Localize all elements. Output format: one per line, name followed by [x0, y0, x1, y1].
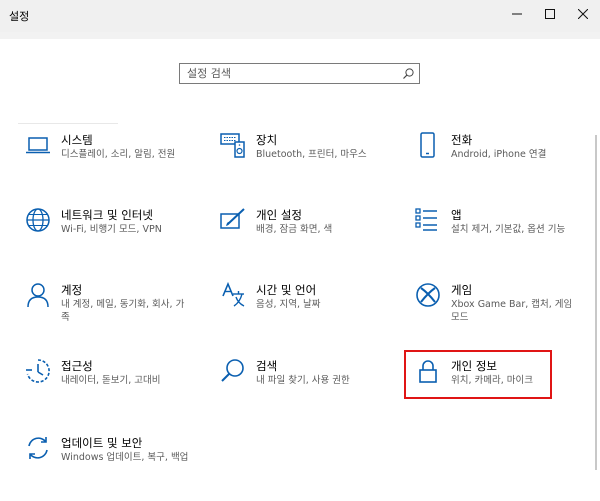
close-button[interactable]: [566, 0, 600, 28]
tile-title: 앱: [451, 208, 462, 222]
tile-description: Wi-Fi, 비행기 모드, VPN: [61, 224, 162, 235]
globe-icon: [26, 208, 50, 232]
scrollbar[interactable]: [595, 135, 597, 470]
devices-icon: [220, 133, 245, 158]
tile-system[interactable]: 시스템 디스플레이, 소리, 알림, 전원: [25, 132, 200, 190]
tile-description: Bluetooth, 프린터, 마우스: [256, 149, 367, 160]
minimize-icon: [512, 13, 522, 15]
tile-title: 게임: [451, 283, 473, 297]
tile-description: 배경, 잠금 화면, 색: [256, 224, 333, 235]
tile-description: 내레이터, 돋보기, 고대비: [61, 375, 161, 386]
tile-devices[interactable]: 장치 Bluetooth, 프린터, 마우스: [220, 132, 395, 190]
personalization-icon: [220, 208, 245, 229]
tile-description: Android, iPhone 연결: [451, 149, 547, 160]
tile-update-security[interactable]: 업데이트 및 보안 Windows 업데이트, 복구, 백업: [25, 435, 200, 493]
time-language-icon: [222, 282, 245, 307]
tile-title: 시스템: [61, 133, 93, 147]
title-bar: 설정: [0, 0, 600, 32]
tile-time-language[interactable]: 시간 및 언어 음성, 지역, 날짜: [220, 282, 395, 340]
apps-list-icon: [415, 208, 437, 231]
tile-description: Windows 업데이트, 복구, 백업: [61, 452, 189, 463]
tile-title: 계정: [61, 283, 83, 297]
sync-icon: [28, 437, 48, 459]
tile-apps[interactable]: 앱 설치 제거, 기본값, 옵션 기능: [415, 207, 590, 265]
divider: [18, 123, 118, 124]
tile-title: 장치: [256, 133, 278, 147]
tile-personalization[interactable]: 개인 설정 배경, 잠금 화면, 색: [220, 207, 395, 265]
tile-privacy[interactable]: 개인 정보 위치, 카메라, 마이크: [415, 358, 590, 416]
maximize-button[interactable]: [533, 0, 567, 28]
tile-title: 네트워크 및 인터넷: [61, 208, 153, 222]
tile-title: 검색: [256, 359, 278, 373]
tile-gaming[interactable]: 게임 Xbox Game Bar, 캡처, 게임 모드: [415, 282, 590, 340]
tile-title: 업데이트 및 보안: [61, 436, 143, 450]
tile-title: 접근성: [61, 359, 93, 373]
tile-description: 설치 제거, 기본값, 옵션 기능: [451, 224, 566, 235]
xbox-icon: [416, 283, 440, 307]
tile-title: 시간 및 언어: [256, 283, 317, 297]
phone-icon: [420, 132, 435, 158]
tile-network[interactable]: 네트워크 및 인터넷 Wi-Fi, 비행기 모드, VPN: [25, 207, 200, 265]
tile-search[interactable]: 검색 내 파일 찾기, 사용 권한: [220, 358, 395, 416]
tile-description: 위치, 카메라, 마이크: [451, 375, 533, 386]
tile-description: 디스플레이, 소리, 알림, 전원: [61, 149, 176, 160]
tile-description: 내 파일 찾기, 사용 권한: [256, 375, 350, 386]
tile-title: 개인 정보: [451, 359, 497, 373]
tile-accounts[interactable]: 계정 내 계정, 메일, 동기화, 회사, 가족: [25, 282, 200, 340]
tile-description: 내 계정, 메일, 동기화, 회사, 가족: [61, 299, 185, 323]
search-icon[interactable]: [403, 68, 414, 79]
tile-title: 개인 설정: [256, 208, 302, 222]
close-icon: [578, 9, 588, 19]
ease-of-access-icon: [26, 359, 50, 383]
tile-ease-of-access[interactable]: 접근성 내레이터, 돋보기, 고대비: [25, 358, 200, 416]
tile-title: 전화: [451, 133, 473, 147]
search-box[interactable]: [179, 63, 420, 84]
window-title: 설정: [9, 10, 30, 23]
magnifier-icon: [221, 359, 244, 382]
search-input[interactable]: [180, 64, 395, 83]
laptop-icon: [26, 137, 50, 154]
maximize-icon: [545, 9, 555, 19]
minimize-button[interactable]: [500, 0, 534, 28]
tile-phone[interactable]: 전화 Android, iPhone 연결: [415, 132, 590, 190]
tile-description: Xbox Game Bar, 캡처, 게임 모드: [451, 299, 573, 323]
lock-icon: [419, 360, 437, 383]
person-icon: [27, 283, 49, 308]
tile-description: 음성, 지역, 날짜: [256, 299, 321, 310]
settings-home: [0, 39, 600, 501]
